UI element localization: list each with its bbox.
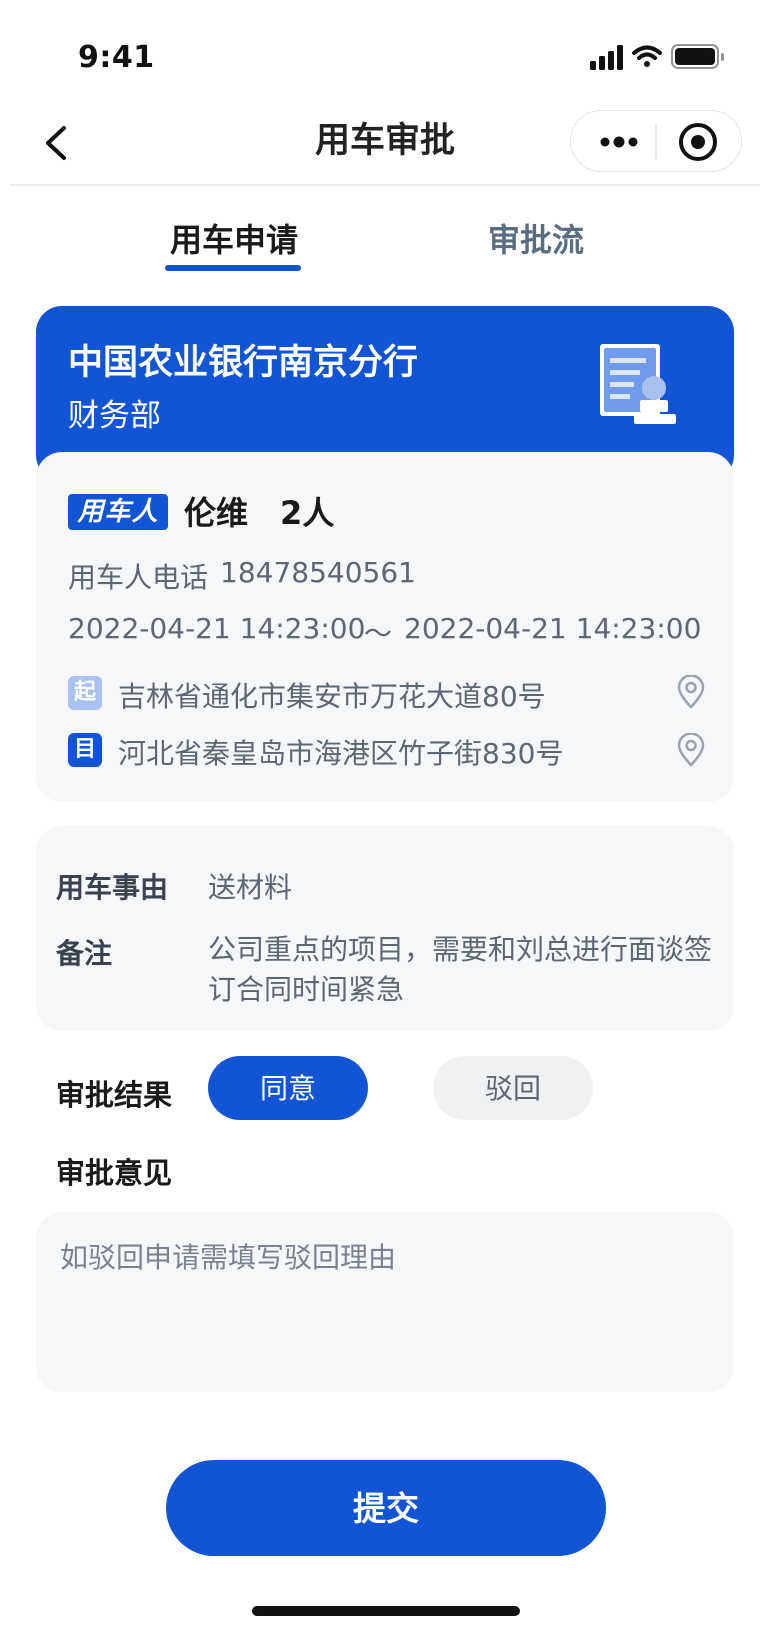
reason-label: 用车事由 (56, 871, 169, 904)
tab-application[interactable]: 用车申请 (170, 215, 298, 261)
wifi-icon (632, 45, 662, 67)
start-badge: 起 (68, 676, 102, 710)
submit-button[interactable]: 提交 (166, 1460, 606, 1556)
user-name: 伦维 (184, 494, 249, 532)
user-badge: 用车人 (68, 494, 168, 530)
tab-approval-flow[interactable]: 审批流 (488, 215, 584, 261)
user-count: 2人 (280, 494, 335, 532)
more-icon[interactable] (597, 125, 641, 159)
time-end: 2022-04-21 14:23:00 (404, 612, 702, 645)
close-target-icon[interactable] (677, 121, 719, 163)
start-address: 吉林省通化市集安市万花大道80号 (118, 680, 546, 713)
time-separator: ～ (364, 617, 393, 650)
phone-label: 用车人电话 (68, 561, 209, 594)
phone-value[interactable]: 18478540561 (220, 556, 416, 589)
document-stamp-icon (600, 344, 676, 424)
reject-button[interactable]: 驳回 (433, 1056, 593, 1120)
status-time: 9:41 (78, 40, 155, 75)
agree-button[interactable]: 同意 (208, 1056, 368, 1120)
capsule-divider (655, 125, 657, 159)
reason-value: 送材料 (208, 871, 293, 904)
location-pin-icon[interactable] (676, 675, 706, 709)
end-address: 河北省秦皇岛市海港区竹子街830号 (118, 737, 564, 770)
end-badge: 目 (68, 733, 102, 767)
opinion-label: 审批意见 (56, 1156, 173, 1190)
signal-icon (590, 45, 623, 70)
remark-label: 备注 (56, 937, 113, 970)
mini-program-capsule (570, 110, 742, 172)
battery-icon (671, 44, 724, 69)
home-indicator (252, 1606, 520, 1616)
department-name: 财务部 (68, 398, 161, 434)
remark-value: 公司重点的项目，需要和刘总进行面谈签订合同时间紧急 (208, 933, 713, 1006)
time-start: 2022-04-21 14:23:00 (68, 612, 366, 645)
status-icons (590, 44, 724, 70)
location-pin-icon[interactable] (676, 733, 706, 767)
opinion-input[interactable] (36, 1212, 734, 1392)
company-name: 中国农业银行南京分行 (68, 343, 419, 383)
nav-divider (10, 184, 760, 186)
tab-active-indicator (165, 265, 301, 271)
result-label: 审批结果 (56, 1078, 173, 1112)
